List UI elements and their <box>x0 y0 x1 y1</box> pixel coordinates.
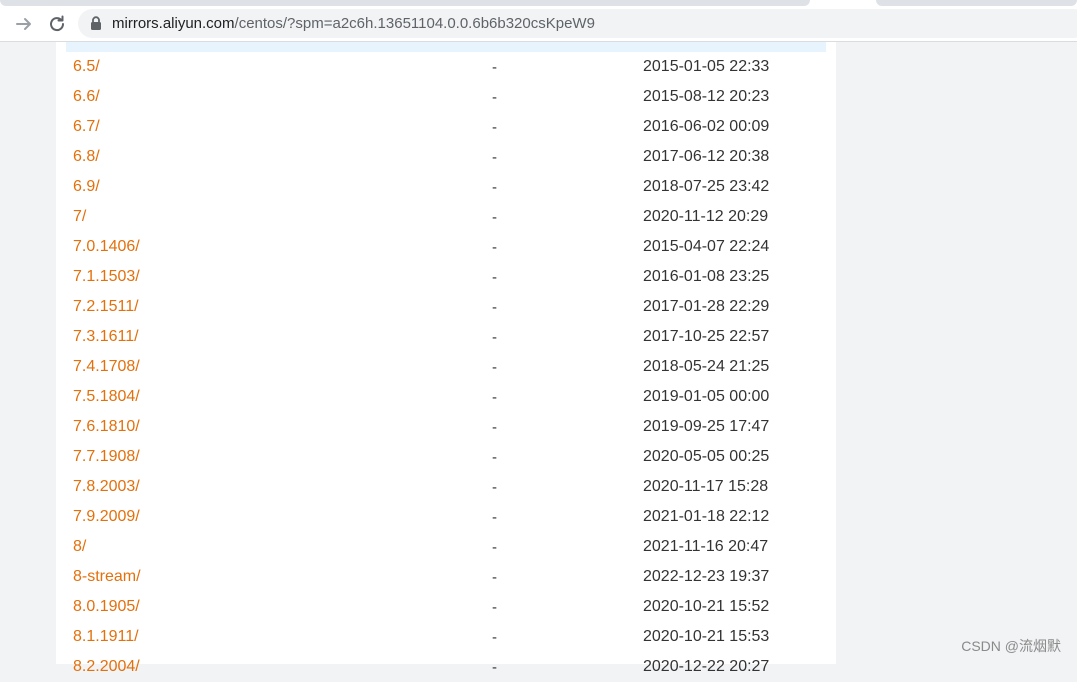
size-cell: - <box>492 569 497 586</box>
directory-listing-page: 6.5/ - 2015-01-05 22:33 6.6/ - 2015-08-12 20:… <box>56 42 836 676</box>
table-row: 7.9.2009/ - 2021-01-18 22:12 <box>56 502 836 532</box>
size-cell: - <box>492 599 497 616</box>
directory-link[interactable]: 7/ <box>73 208 86 226</box>
modified-date-cell: 2016-06-02 00:09 <box>643 118 770 135</box>
directory-link[interactable]: 7.1.1503/ <box>73 268 140 286</box>
table-row: 7.2.1511/ - 2017-01-28 22:29 <box>56 292 836 322</box>
size-cell: - <box>492 299 497 316</box>
directory-link[interactable]: 8/ <box>73 538 86 556</box>
directory-link[interactable]: 7.9.2009/ <box>73 508 140 526</box>
modified-date-cell: 2020-10-21 15:53 <box>643 628 770 645</box>
directory-link[interactable]: 6.8/ <box>73 148 100 166</box>
modified-date-cell: 2021-11-16 20:47 <box>643 538 769 555</box>
size-cell: - <box>492 59 497 76</box>
modified-date-cell: 2020-05-05 00:25 <box>643 448 770 465</box>
table-row: 7.8.2003/ - 2020-11-17 15:28 <box>56 472 836 502</box>
directory-link[interactable]: 8.2.2004/ <box>73 658 140 676</box>
size-cell: - <box>492 149 497 166</box>
table-row: 8/ - 2021-11-16 20:47 <box>56 532 836 562</box>
table-row: 6.7/ - 2016-06-02 00:09 <box>56 112 836 142</box>
modified-date-cell: 2021-01-18 22:12 <box>643 508 770 525</box>
reload-icon[interactable] <box>45 12 69 36</box>
size-cell: - <box>492 449 497 466</box>
directory-link[interactable]: 8.1.1911/ <box>73 628 139 646</box>
table-row: 7.6.1810/ - 2019-09-25 17:47 <box>56 412 836 442</box>
modified-date-cell: 2019-01-05 00:00 <box>643 388 770 405</box>
browser-toolbar: mirrors.aliyun.com/centos/?spm=a2c6h.136… <box>0 6 1077 42</box>
directory-link[interactable]: 7.2.1511/ <box>73 298 139 316</box>
arrow-right-icon[interactable] <box>12 12 36 36</box>
size-cell: - <box>492 539 497 556</box>
modified-date-cell: 2020-11-12 20:29 <box>643 208 769 225</box>
size-cell: - <box>492 179 497 196</box>
modified-date-cell: 2016-01-08 23:25 <box>643 268 770 285</box>
table-row: 7.7.1908/ - 2020-05-05 00:25 <box>56 442 836 472</box>
modified-date-cell: 2019-09-25 17:47 <box>643 418 770 435</box>
modified-date-cell: 2018-07-25 23:42 <box>643 178 770 195</box>
size-cell: - <box>492 269 497 286</box>
size-cell: - <box>492 479 497 496</box>
address-bar[interactable]: mirrors.aliyun.com/centos/?spm=a2c6h.136… <box>78 9 1077 38</box>
directory-link[interactable]: 6.5/ <box>73 58 100 76</box>
table-row: 7.1.1503/ - 2016-01-08 23:25 <box>56 262 836 292</box>
table-row: 7.4.1708/ - 2018-05-24 21:25 <box>56 352 836 382</box>
modified-date-cell: 2015-04-07 22:24 <box>643 238 770 255</box>
directory-link[interactable]: 6.6/ <box>73 88 100 106</box>
directory-link[interactable]: 7.6.1810/ <box>73 418 140 436</box>
directory-link[interactable]: 7.5.1804/ <box>73 388 140 406</box>
table-row: 7.3.1611/ - 2017-10-25 22:57 <box>56 322 836 352</box>
size-cell: - <box>492 89 497 106</box>
page-viewport: 6.5/ - 2015-01-05 22:33 6.6/ - 2015-08-12 20:… <box>0 42 1077 676</box>
url-path: /centos/?spm=a2c6h.13651104.0.0.6b6b320c… <box>234 15 595 32</box>
table-row: 8.0.1905/ - 2020-10-21 15:52 <box>56 592 836 622</box>
size-cell: - <box>492 329 497 346</box>
directory-table: 6.5/ - 2015-01-05 22:33 6.6/ - 2015-08-12 20:… <box>56 52 836 682</box>
directory-link[interactable]: 7.3.1611/ <box>73 328 139 346</box>
directory-link[interactable]: 6.7/ <box>73 118 100 136</box>
table-row: 8-stream/ - 2022-12-23 19:37 <box>56 562 836 592</box>
table-header-strip <box>66 42 826 52</box>
directory-link[interactable]: 8-stream/ <box>73 568 141 586</box>
directory-link[interactable]: 8.0.1905/ <box>73 598 140 616</box>
size-cell: - <box>492 359 497 376</box>
size-cell: - <box>492 119 497 136</box>
directory-link[interactable]: 7.7.1908/ <box>73 448 140 466</box>
size-cell: - <box>492 659 497 676</box>
directory-link[interactable]: 6.9/ <box>73 178 100 196</box>
size-cell: - <box>492 389 497 406</box>
size-cell: - <box>492 209 497 226</box>
modified-date-cell: 2017-10-25 22:57 <box>643 328 770 345</box>
lock-icon[interactable] <box>90 16 102 36</box>
size-cell: - <box>492 629 497 646</box>
modified-date-cell: 2020-12-22 20:27 <box>643 658 770 675</box>
modified-date-cell: 2018-05-24 21:25 <box>643 358 770 375</box>
directory-link[interactable]: 7.8.2003/ <box>73 478 140 496</box>
modified-date-cell: 2020-10-21 15:52 <box>643 598 770 615</box>
watermark: CSDN @流烟默 <box>961 638 1061 654</box>
modified-date-cell: 2017-06-12 20:38 <box>643 148 770 165</box>
size-cell: - <box>492 509 497 526</box>
modified-date-cell: 2022-12-23 19:37 <box>643 568 770 585</box>
table-row: 8.1.1911/ - 2020-10-21 15:53 <box>56 622 836 652</box>
table-row: 6.8/ - 2017-06-12 20:38 <box>56 142 836 172</box>
size-cell: - <box>492 419 497 436</box>
table-row: 8.2.2004/ - 2020-12-22 20:27 <box>56 652 836 682</box>
url-host: mirrors.aliyun.com <box>112 15 235 32</box>
size-cell: - <box>492 239 497 256</box>
table-row: 6.6/ - 2015-08-12 20:23 <box>56 82 836 112</box>
modified-date-cell: 2017-01-28 22:29 <box>643 298 770 315</box>
directory-link[interactable]: 7.4.1708/ <box>73 358 140 376</box>
table-row: 7/ - 2020-11-12 20:29 <box>56 202 836 232</box>
table-row: 6.9/ - 2018-07-25 23:42 <box>56 172 836 202</box>
url-text[interactable]: mirrors.aliyun.com/centos/?spm=a2c6h.136… <box>112 15 595 32</box>
directory-link[interactable]: 7.0.1406/ <box>73 238 140 256</box>
modified-date-cell: 2020-11-17 15:28 <box>643 478 769 495</box>
modified-date-cell: 2015-08-12 20:23 <box>643 88 770 105</box>
table-row: 7.5.1804/ - 2019-01-05 00:00 <box>56 382 836 412</box>
modified-date-cell: 2015-01-05 22:33 <box>643 58 770 75</box>
table-row: 6.5/ - 2015-01-05 22:33 <box>56 52 836 82</box>
table-row: 7.0.1406/ - 2015-04-07 22:24 <box>56 232 836 262</box>
